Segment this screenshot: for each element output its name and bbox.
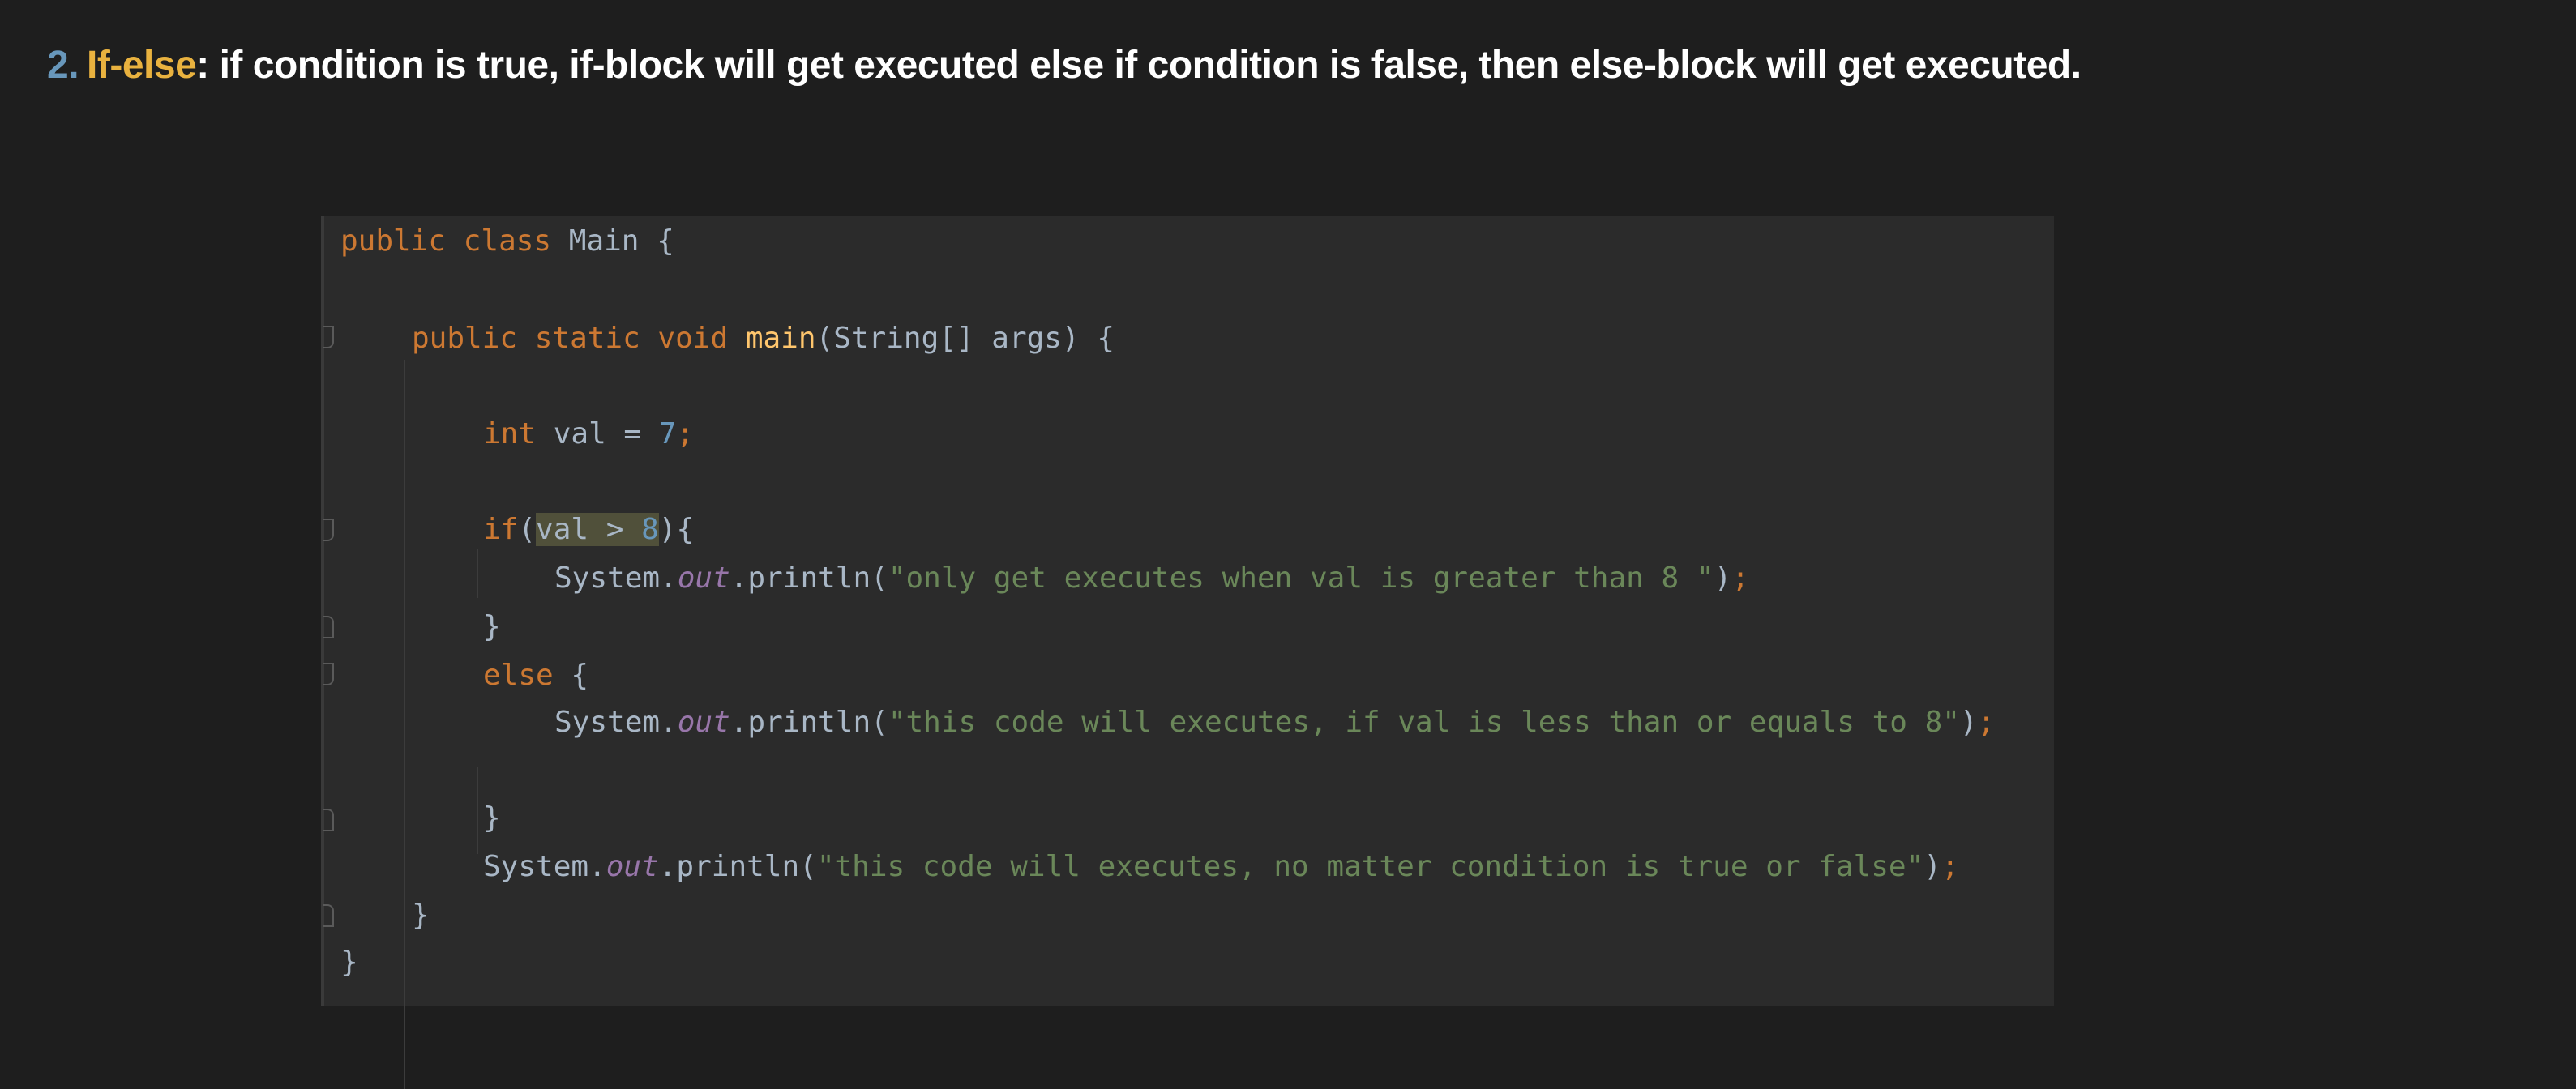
code-line-println-if: System.out.println("only get executes wh… (554, 562, 1749, 595)
fold-marker-icon[interactable] (323, 904, 334, 927)
fold-marker-icon[interactable] (323, 809, 334, 831)
code-line-class-decl: public class Main { (340, 224, 674, 258)
code-editor: public class Main { public static void m… (321, 216, 2054, 1089)
code-line-if: if(val > 8){ (483, 513, 695, 546)
indent-guide (477, 767, 478, 854)
code-line-println-after: System.out.println("this code will execu… (483, 850, 1959, 883)
heading-description: : if condition is true, if-block will ge… (196, 44, 2082, 87)
fold-marker-icon[interactable] (323, 663, 334, 685)
heading-term: If-else (87, 44, 197, 87)
heading-number: 2. (47, 44, 79, 87)
code-line-class-close: } (340, 946, 358, 979)
code-line-main-decl: public static void main(String[] args) { (412, 322, 1115, 355)
code-line-if-close: } (483, 610, 501, 643)
fold-marker-icon[interactable] (323, 519, 334, 541)
condition-highlight: val > 8 (536, 513, 659, 546)
code-line-main-close: } (412, 899, 430, 932)
indent-guide (404, 360, 405, 1089)
indent-guide (477, 549, 478, 598)
code-line-int-decl: int val = 7; (483, 417, 695, 451)
fold-marker-icon[interactable] (323, 616, 334, 638)
code-line-else-close: } (483, 801, 501, 835)
code-line-else: else { (483, 659, 589, 692)
fold-marker-icon[interactable] (323, 326, 334, 348)
code-line-println-else: System.out.println("this code will execu… (554, 706, 1996, 739)
section-heading: 2. If-else: if condition is true, if-bloc… (47, 37, 2082, 94)
